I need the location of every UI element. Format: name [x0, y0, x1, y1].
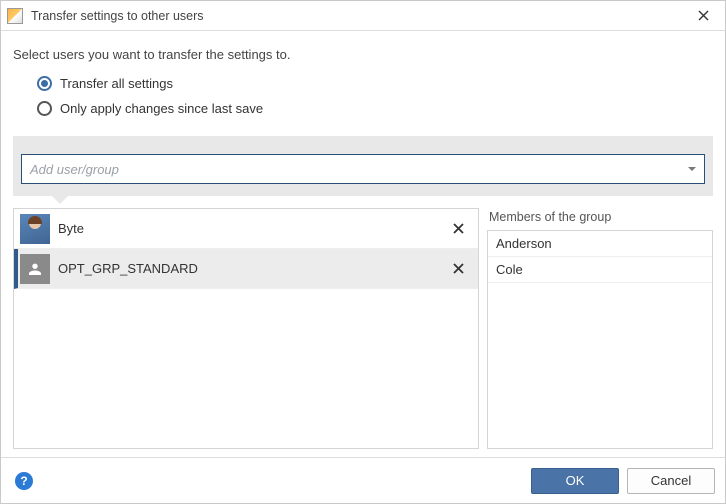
remove-button[interactable]: [446, 257, 470, 281]
avatar: [20, 214, 50, 244]
radio-icon: [37, 76, 52, 91]
selected-users-list: Byte OPT_GRP_STANDARD: [13, 208, 479, 449]
item-label: Byte: [58, 221, 446, 236]
pointer-decoration: [51, 195, 69, 204]
dialog-content: Select users you want to transfer the se…: [1, 31, 725, 457]
lists-area: Byte OPT_GRP_STANDARD: [13, 208, 713, 449]
radio-icon: [37, 101, 52, 116]
chevron-down-icon: [688, 167, 696, 171]
radio-transfer-all[interactable]: Transfer all settings: [37, 76, 713, 91]
members-list: Anderson Cole: [487, 230, 713, 449]
radio-label: Transfer all settings: [60, 76, 173, 91]
combo-placeholder: Add user/group: [30, 162, 688, 177]
members-heading: Members of the group: [487, 208, 713, 230]
member-row[interactable]: Cole: [488, 257, 712, 283]
close-icon: [698, 10, 709, 21]
dialog-title: Transfer settings to other users: [31, 9, 689, 23]
close-button[interactable]: [689, 6, 717, 26]
dialog-window: Transfer settings to other users Select …: [0, 0, 726, 504]
button-label: Cancel: [651, 473, 691, 488]
item-label: OPT_GRP_STANDARD: [58, 261, 446, 276]
instruction-text: Select users you want to transfer the se…: [13, 47, 713, 62]
app-icon: [7, 8, 23, 24]
combo-area: Add user/group: [13, 136, 713, 196]
radio-label: Only apply changes since last save: [60, 101, 263, 116]
add-user-group-combo[interactable]: Add user/group: [21, 154, 705, 184]
members-panel: Members of the group Anderson Cole: [487, 208, 713, 449]
close-icon: [453, 223, 464, 234]
remove-button[interactable]: [446, 217, 470, 241]
help-button[interactable]: ?: [15, 472, 33, 490]
radio-group: Transfer all settings Only apply changes…: [37, 76, 713, 126]
member-row[interactable]: Anderson: [488, 231, 712, 257]
help-icon: ?: [20, 474, 27, 488]
group-icon: [20, 254, 50, 284]
dialog-footer: ? OK Cancel: [1, 457, 725, 503]
titlebar: Transfer settings to other users: [1, 1, 725, 31]
button-label: OK: [566, 473, 585, 488]
list-item-user[interactable]: Byte: [14, 209, 478, 249]
close-icon: [453, 263, 464, 274]
ok-button[interactable]: OK: [531, 468, 619, 494]
cancel-button[interactable]: Cancel: [627, 468, 715, 494]
list-item-group[interactable]: OPT_GRP_STANDARD: [14, 249, 478, 289]
radio-only-changes[interactable]: Only apply changes since last save: [37, 101, 713, 116]
